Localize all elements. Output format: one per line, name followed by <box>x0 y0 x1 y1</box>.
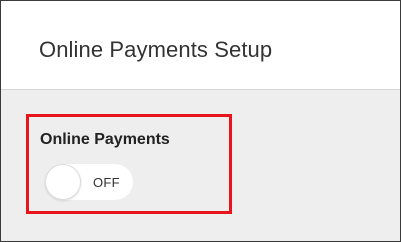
page-title: Online Payments Setup <box>39 37 273 62</box>
online-payments-toggle[interactable]: OFF <box>45 164 133 200</box>
toggle-knob <box>45 164 81 200</box>
toggle-state-label: OFF <box>93 175 120 190</box>
page-header: Online Payments Setup <box>1 1 400 90</box>
online-payments-label: Online Payments <box>40 131 170 148</box>
